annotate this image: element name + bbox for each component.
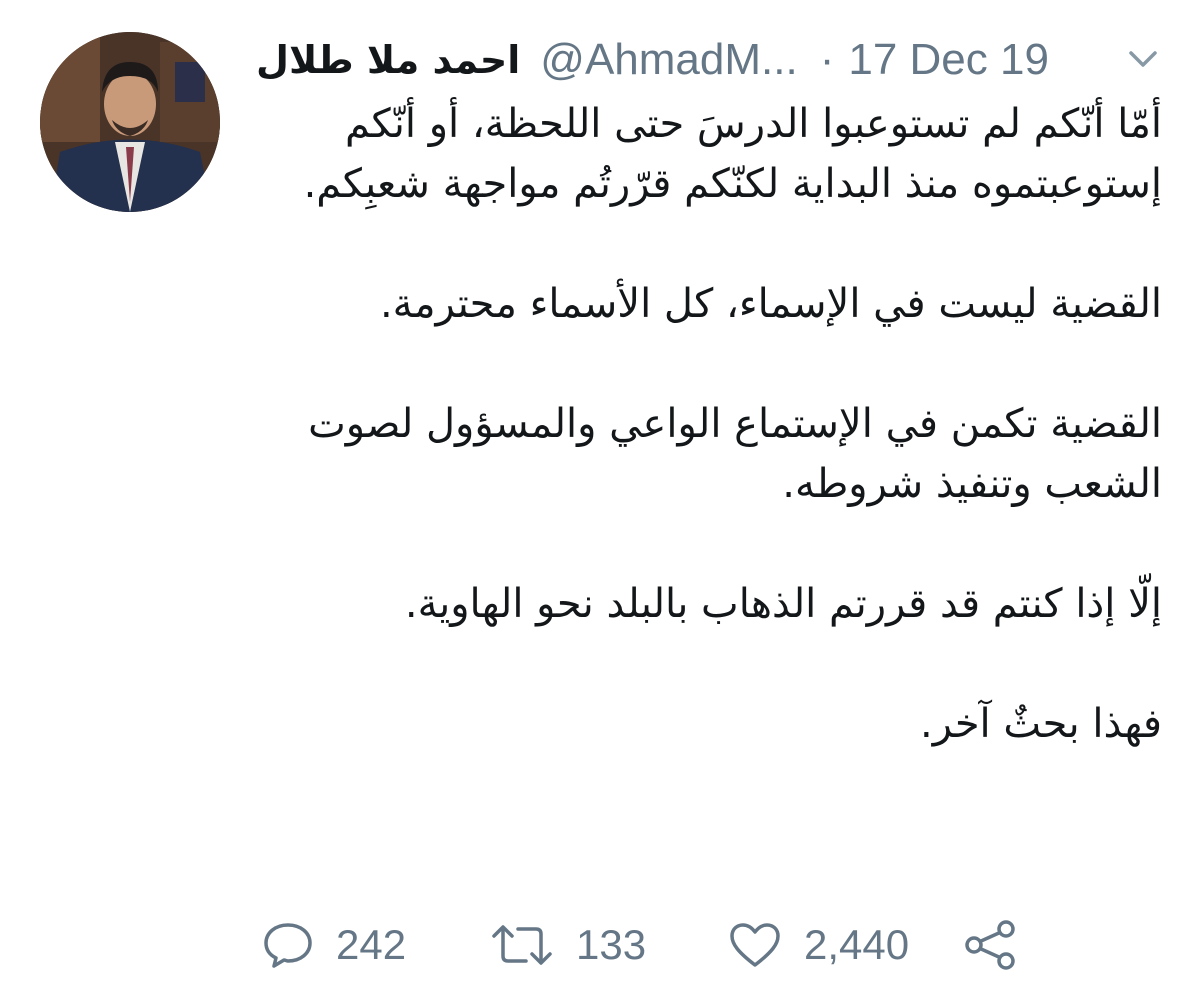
tweet-card[interactable]: احمد ملا طلال @AhmadM... · 17 Dec 19 أمّ… — [0, 0, 1200, 999]
tweet-paragraph: القضية ليست في الإسماء، كل الأسماء محترم… — [379, 281, 1162, 327]
tweet-paragraph: أمّا أنّكم لم تستوعبوا الدرسَ حتى اللحظة… — [303, 101, 1162, 207]
chevron-down-icon[interactable] — [1128, 48, 1158, 70]
share-icon — [965, 920, 1015, 970]
reply-icon — [264, 923, 312, 968]
retweet-icon — [492, 925, 552, 965]
tweet-actions: 242 133 2,440 — [0, 910, 1200, 980]
retweet-button[interactable]: 133 — [490, 910, 646, 980]
tweet-paragraph: القضية تكمن في الإستماع الواعي والمسؤول … — [308, 401, 1162, 507]
tweet-date[interactable]: 17 Dec 19 — [848, 35, 1049, 85]
reply-count: 242 — [336, 921, 407, 968]
tweet-header: احمد ملا طلال @AhmadM... · 17 Dec 19 — [250, 30, 1170, 90]
share-button[interactable] — [962, 910, 1018, 980]
tweet-paragraph: إلّا إذا كنتم قد قررتم الذهاب بالبلد نحو… — [404, 581, 1162, 627]
tweet-paragraph: فهذا بحثٌ آخر. — [920, 701, 1162, 747]
retweet-count: 133 — [576, 921, 647, 968]
user-handle[interactable]: @AhmadM... — [540, 35, 797, 85]
like-button[interactable]: 2,440 — [728, 910, 909, 980]
tweet-text: أمّا أنّكم لم تستوعبوا الدرسَ حتى اللحظة… — [250, 94, 1162, 754]
display-name[interactable]: احمد ملا طلال — [256, 38, 520, 82]
avatar[interactable] — [40, 32, 220, 212]
avatar-photo — [40, 32, 220, 212]
like-count: 2,440 — [804, 921, 910, 968]
reply-button[interactable]: 242 — [262, 910, 406, 980]
heart-icon — [730, 923, 780, 967]
separator-dot: · — [819, 35, 835, 84]
